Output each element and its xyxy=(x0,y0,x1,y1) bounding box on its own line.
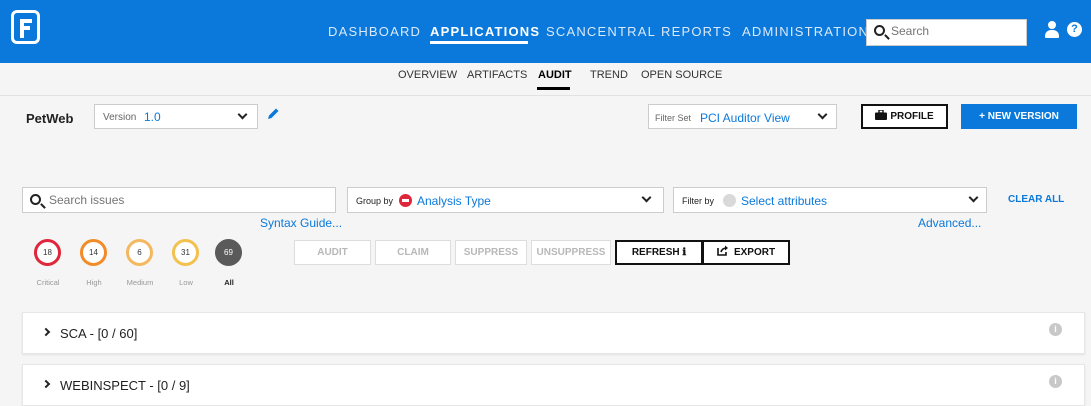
nav-applications[interactable]: APPLICATIONS xyxy=(430,24,540,39)
chevron-down-icon xyxy=(968,192,979,203)
filter-by-value: Select attributes xyxy=(741,194,828,208)
new-version-button[interactable]: + NEW VERSION xyxy=(961,104,1077,129)
global-search[interactable] xyxy=(866,19,1027,46)
group-by-label: Group by xyxy=(356,196,394,206)
user-icon[interactable] xyxy=(1044,21,1060,39)
edit-pencil-icon[interactable] xyxy=(266,107,280,121)
version-label: Version xyxy=(103,112,137,123)
advanced-link[interactable]: Advanced... xyxy=(918,216,981,230)
filter-by-select[interactable]: Filter by Select attributes xyxy=(673,187,987,213)
filter-by-label: Filter by xyxy=(682,196,715,206)
chevron-down-icon xyxy=(237,109,248,120)
group-by-select[interactable]: Group by Analysis Type xyxy=(347,187,664,213)
briefcase-icon xyxy=(875,109,888,120)
chevron-down-icon xyxy=(641,192,652,203)
tab-audit[interactable]: AUDIT xyxy=(538,69,572,81)
nav-administration[interactable]: ADMINISTRATION xyxy=(742,24,869,39)
severity-high-count[interactable]: 14 xyxy=(80,239,107,266)
severity-critical-count[interactable]: 18 xyxy=(34,239,61,266)
group-panel-sca[interactable]: SCA - [0 / 60] i xyxy=(22,312,1085,354)
group-title: SCA - [0 / 60] xyxy=(60,326,138,341)
chevron-right-icon xyxy=(41,327,51,337)
severity-low-label: Low xyxy=(179,278,193,287)
help-icon[interactable]: ? xyxy=(1067,22,1082,37)
search-icon xyxy=(30,194,41,205)
clear-all-button[interactable]: CLEAR ALL xyxy=(1008,194,1064,205)
group-panel-webinspect[interactable]: WEBINSPECT - [0 / 9] i xyxy=(22,364,1085,406)
suppress-button[interactable]: SUPPRESS xyxy=(455,240,527,265)
severity-low-count[interactable]: 31 xyxy=(172,239,199,266)
tab-trend[interactable]: TREND xyxy=(590,69,628,81)
attribute-icon xyxy=(723,194,736,207)
filter-set-value: PCI Auditor View xyxy=(700,111,790,125)
export-icon xyxy=(717,245,728,256)
syntax-guide-link[interactable]: Syntax Guide... xyxy=(260,216,342,230)
search-icon xyxy=(874,25,885,36)
group-title: WEBINSPECT - [0 / 9] xyxy=(60,378,190,393)
severity-all-count[interactable]: 69 xyxy=(215,239,242,266)
severity-critical-label: Critical xyxy=(36,278,60,287)
group-by-value: Analysis Type xyxy=(417,194,491,208)
chevron-down-icon xyxy=(817,109,828,120)
top-navigation-bar: DASHBOARD APPLICATIONS SCANCENTRAL REPOR… xyxy=(0,0,1091,63)
issue-search-input[interactable] xyxy=(49,193,329,207)
app-logo-icon[interactable] xyxy=(11,10,40,44)
nav-scancentral[interactable]: SCANCENTRAL xyxy=(546,24,656,39)
version-value: 1.0 xyxy=(144,110,161,124)
application-name: PetWeb xyxy=(26,111,74,126)
info-icon[interactable]: i xyxy=(1049,323,1062,336)
chevron-right-icon xyxy=(41,379,51,389)
unsuppress-button[interactable]: UNSUPPRESS xyxy=(531,240,611,265)
divider xyxy=(0,95,1091,96)
export-button[interactable]: EXPORT xyxy=(702,240,790,265)
global-search-input[interactable] xyxy=(891,24,1021,38)
export-label: EXPORT xyxy=(733,247,776,258)
nav-dashboard[interactable]: DASHBOARD xyxy=(328,24,421,39)
analysis-type-icon xyxy=(399,194,412,207)
severity-medium-label: Medium xyxy=(126,278,154,287)
info-icon[interactable]: i xyxy=(1049,375,1062,388)
audit-button[interactable]: AUDIT xyxy=(294,240,371,265)
active-tab-indicator xyxy=(537,87,570,90)
severity-all-label: All xyxy=(224,278,234,287)
severity-high-label: High xyxy=(86,278,102,287)
profile-label: PROFILE xyxy=(890,111,934,122)
filter-set-select[interactable]: Filter Set PCI Auditor View xyxy=(648,104,837,129)
tab-artifacts[interactable]: ARTIFACTS xyxy=(467,69,527,81)
tab-open-source[interactable]: OPEN SOURCE xyxy=(641,69,722,81)
nav-reports[interactable]: REPORTS xyxy=(661,24,732,39)
version-select[interactable]: Version 1.0 xyxy=(94,104,258,129)
profile-button[interactable]: PROFILE xyxy=(861,104,948,129)
active-nav-indicator xyxy=(430,41,528,44)
tab-overview[interactable]: OVERVIEW xyxy=(398,69,457,81)
claim-button[interactable]: CLAIM xyxy=(375,240,451,265)
filter-set-label: Filter Set xyxy=(655,113,692,123)
refresh-button[interactable]: REFRESH ℹ xyxy=(615,240,703,265)
issue-search[interactable] xyxy=(22,187,336,213)
severity-medium-count[interactable]: 6 xyxy=(126,239,153,266)
